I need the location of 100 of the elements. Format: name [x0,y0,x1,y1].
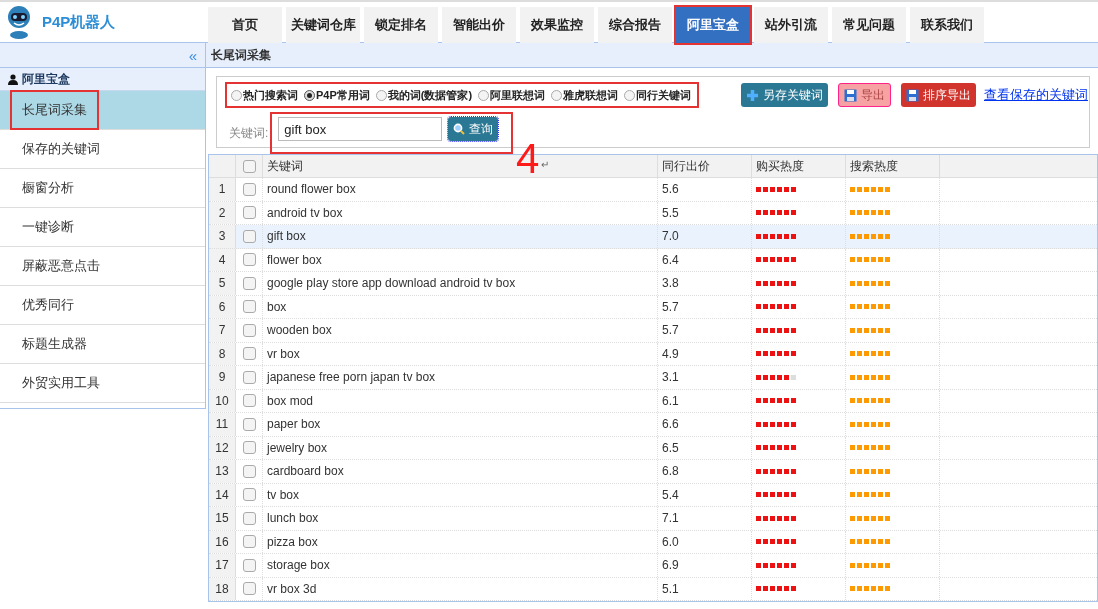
radio-button[interactable] [624,89,636,101]
checkbox[interactable] [242,323,256,337]
radio-label[interactable]: 雅虎联想词 [563,86,619,104]
heat-meter [756,351,796,357]
keyword-cell-text: tv box [267,486,299,504]
export-button[interactable]: 排序导出 [901,83,976,107]
price-cell-text: 3.1 [662,369,679,387]
table-row[interactable]: 14 tv box 5.4 [209,483,1097,507]
table-row[interactable]: 2 android tv box 5.5 [209,201,1097,225]
nav-tab[interactable]: 关键词仓库 [286,7,360,43]
sidebar-item[interactable]: 优秀同行 [22,295,74,315]
checkbox[interactable] [242,558,256,572]
table-row[interactable]: 4 flower box 6.4 [209,248,1097,272]
heat-meter [850,468,890,474]
checkbox[interactable] [242,206,256,220]
user-icon [8,73,18,85]
table-row[interactable]: 12 jewelry box 6.5 [209,436,1097,460]
heat-meter [850,257,890,263]
table-row[interactable]: 7 wooden box 5.7 [209,319,1097,343]
table-row[interactable]: 1 round flower box 5.6 [209,178,1097,202]
table-row[interactable]: 5 google play store app download android tv box 3.8 [209,272,1097,296]
radio-button[interactable] [478,89,490,101]
nav-tab[interactable]: 联系我们 [910,7,984,43]
table-row[interactable]: 3 gift box 7.0 [209,225,1097,249]
price-cell-text: 3.8 [662,275,679,293]
keyword-cell-text: storage box [267,557,330,575]
radio-button[interactable] [231,89,242,101]
checkbox[interactable] [242,441,256,455]
keyword-field[interactable]: gift box [278,117,443,141]
heat-meter [850,304,890,310]
search-button[interactable]: 查询 [448,117,499,141]
sidebar-item[interactable]: 保存的关键词 [22,139,100,159]
table-row[interactable]: 13 cardboard box 6.8 [209,460,1097,484]
checkbox[interactable] [242,253,256,267]
nav-tab[interactable]: 效果监控 [520,7,594,43]
checkbox[interactable] [242,535,256,549]
nav-tab[interactable]: 首页 [208,7,282,43]
radio-label[interactable]: P4P常用词 [316,86,370,104]
radio-label[interactable]: 热门搜索词 [243,86,298,104]
checkbox[interactable] [242,370,256,384]
row-number: 13 [215,463,229,481]
sidebar-group-title: 阿里宝盒 [22,71,70,88]
heat-meter [850,280,890,286]
sidebar-item[interactable]: 长尾词采集 [10,90,99,130]
search-icon [453,123,466,135]
heat-meter [850,562,890,568]
nav-tab[interactable]: 综合报告 [598,7,672,43]
sidebar-item[interactable]: 橱窗分析 [22,178,74,198]
heat-meter [850,233,890,239]
radio-button[interactable] [551,89,563,101]
checkbox[interactable] [242,276,256,290]
checkbox[interactable] [242,417,256,431]
table-row[interactable]: 8 vr box 4.9 [209,342,1097,366]
table-row[interactable]: 10 box mod 6.1 [209,389,1097,413]
checkbox[interactable] [242,347,256,361]
sidebar-item[interactable]: 屏蔽恶意点击 [22,256,100,276]
radio-button[interactable] [304,89,315,101]
checkbox[interactable] [242,464,256,478]
heat-meter [850,421,890,427]
nav-tab[interactable]: 锁定排名 [364,7,438,43]
table-row[interactable]: 17 storage box 6.9 [209,554,1097,578]
checkbox[interactable] [242,182,256,196]
heat-meter [850,398,890,404]
price-cell-text: 6.6 [662,416,679,434]
nav-tab[interactable]: 站外引流 [754,7,828,43]
row-number: 6 [218,298,226,316]
checkbox[interactable] [242,394,256,408]
table-row[interactable]: 11 paper box 6.6 [209,413,1097,437]
sidebar-item[interactable]: 外贸实用工具 [22,373,100,393]
table-row[interactable]: 6 box 5.7 [209,295,1097,319]
save-keywords-button[interactable]: 另存关键词 [741,83,828,107]
radio-label[interactable]: 同行关键词 [636,86,692,104]
row-number: 5 [218,275,226,293]
radio-label[interactable]: 我的词(数据管家) [387,86,473,104]
nav-tab[interactable]: 阿里宝盒 [676,7,750,43]
nav-tab[interactable]: 智能出价 [442,7,516,43]
checkbox[interactable] [242,300,256,314]
column-header[interactable]: 关键词 [267,157,303,175]
checkbox[interactable] [242,582,256,596]
radio-button[interactable] [375,89,387,101]
row-number: 4 [218,251,226,269]
table-row[interactable]: 18 vr box 3d 5.1 [209,577,1097,601]
table-row[interactable]: 15 lunch box 7.1 [209,507,1097,531]
row-number: 11 [215,416,229,434]
table-row[interactable]: 9 japanese free porn japan tv box 3.1 [209,366,1097,390]
checkbox[interactable] [242,511,256,525]
sidebar-item[interactable]: 标题生成器 [22,334,87,354]
row-number: 17 [215,557,229,575]
checkbox[interactable] [242,159,256,173]
checkbox[interactable] [242,229,256,243]
saved-keywords-link[interactable]: 查看保存的关键词 [984,85,1088,105]
nav-tab[interactable]: 常见问题 [832,7,906,43]
table-row[interactable]: 16 pizza box 6.0 [209,530,1097,554]
checkbox[interactable] [242,488,256,502]
column-header[interactable]: 搜索热度 [850,157,898,175]
heat-meter [756,398,796,404]
sidebar-item[interactable]: 一键诊断 [22,217,74,237]
column-header[interactable]: 购买热度 [756,157,804,175]
column-header[interactable]: 同行出价 [662,157,710,175]
radio-label[interactable]: 阿里联想词 [490,86,546,104]
